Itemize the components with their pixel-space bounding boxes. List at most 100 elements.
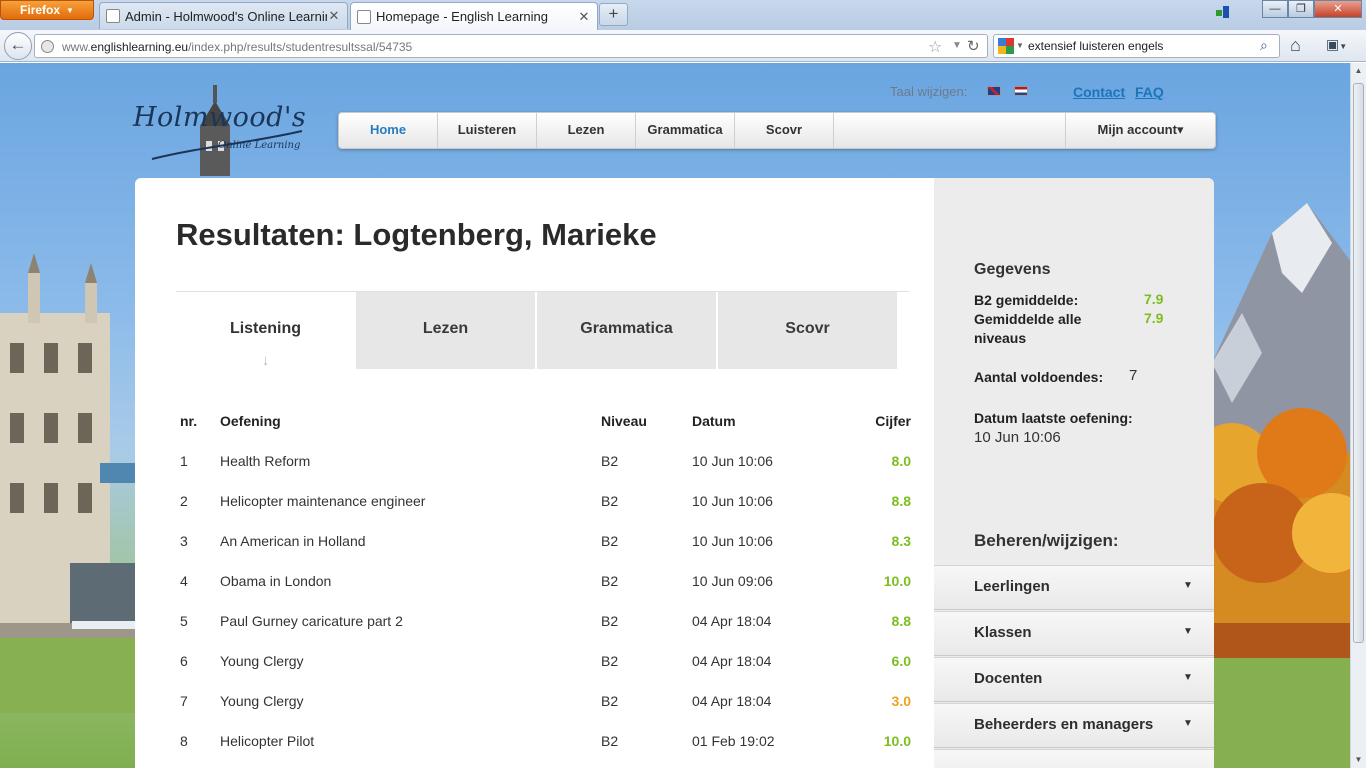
bookmark-star-icon[interactable]: ☆	[928, 37, 942, 57]
url-text[interactable]: www.englishlearning.eu/index.php/results…	[62, 40, 412, 54]
scroll-down-icon[interactable]: ▼	[1351, 752, 1366, 768]
sidebar-heading: Gegevens	[974, 261, 1051, 278]
search-input[interactable]	[1028, 38, 1253, 54]
navigation-toolbar: ← www.englishlearning.eu/index.php/resul…	[0, 30, 1366, 62]
exercise-name: Young Clergy	[220, 653, 304, 669]
tab-grammatica[interactable]: Grammatica	[537, 292, 716, 369]
back-arrow-icon[interactable]: ←	[4, 32, 32, 60]
scroll-up-icon[interactable]: ▲	[1351, 63, 1366, 79]
table-row: 4 Obama in London B2 10 Jun 09:06 10.0	[176, 573, 916, 613]
page-scrollbar[interactable]: ▲ ▼	[1350, 63, 1366, 768]
exercise-level: B2	[601, 733, 619, 749]
exercise-date: 10 Jun 10:06	[692, 533, 773, 549]
exercise-name: An American in Holland	[220, 533, 366, 549]
browser-tab-homepage[interactable]: Homepage - English Learning ✕	[350, 2, 598, 30]
exercise-date: 04 Apr 18:04	[692, 693, 772, 709]
accordion-klassen[interactable]: Klassen ▼	[934, 611, 1214, 656]
tab-title: Homepage - English Learning	[376, 9, 548, 24]
exercise-name: Paul Gurney caricature part 2	[220, 613, 403, 629]
tab-label: Grammatica	[580, 320, 673, 337]
menu-item-lezen[interactable]: Lezen	[537, 113, 636, 148]
my-account-menu[interactable]: Mijn account▾	[1065, 113, 1215, 148]
menu-item-scovr[interactable]: Scovr	[735, 113, 834, 148]
close-icon[interactable]: ✕	[327, 8, 341, 24]
exercise-score: 8.0	[891, 453, 911, 469]
new-tab-button[interactable]: +	[599, 3, 628, 26]
uk-flag-icon[interactable]	[987, 86, 1001, 96]
table-row: 8 Helicopter Pilot B2 01 Feb 19:02 10.0	[176, 733, 916, 768]
globe-icon	[41, 40, 54, 53]
tab-scovr[interactable]: Scovr	[718, 292, 897, 369]
row-number: 3	[180, 533, 188, 549]
url-history-dropdown-icon[interactable]: ▼	[952, 40, 962, 51]
exercise-name: Young Clergy	[220, 693, 304, 709]
column-header-score: Cijfer	[875, 413, 911, 429]
netherlands-flag-icon[interactable]	[1014, 86, 1028, 96]
exercise-level: B2	[601, 693, 619, 709]
b2-average-value: 7.9	[1144, 291, 1164, 307]
overall-average-value: 7.9	[1144, 310, 1164, 326]
browser-tab-admin[interactable]: Admin - Holmwood's Online Learning ✕	[99, 2, 348, 29]
addon-icon[interactable]	[1216, 6, 1236, 18]
menu-item-luisteren[interactable]: Luisteren	[438, 113, 537, 148]
accordion-label: Klassen	[974, 624, 1032, 641]
scrollbar-thumb[interactable]	[1353, 83, 1364, 643]
accordion-beheerders[interactable]: Beheerders en managers ▼	[934, 703, 1214, 748]
row-number: 7	[180, 693, 188, 709]
firefox-menu-button[interactable]: Firefox ▼	[0, 0, 94, 20]
passes-label: Aantal voldoendes:	[974, 369, 1104, 385]
firefox-menu-label: Firefox	[20, 3, 61, 17]
faq-link[interactable]: FAQ	[1135, 84, 1164, 100]
accordion-label: Beheerders en managers	[974, 716, 1154, 733]
page-title: Resultaten: Logtenberg, Marieke	[176, 217, 657, 252]
mountain-landscape-image	[1212, 203, 1350, 768]
exercise-score: 10.0	[883, 573, 911, 589]
page-icon	[357, 9, 371, 24]
tab-lezen[interactable]: Lezen	[356, 292, 535, 369]
table-row: 5 Paul Gurney caricature part 2 B2 04 Apr 1…	[176, 613, 916, 653]
exercise-level: B2	[601, 533, 619, 549]
chevron-down-icon[interactable]: ▼	[1016, 41, 1024, 50]
last-exercise-value: 10 Jun 10:06	[974, 429, 1061, 446]
column-header-nr: nr.	[180, 413, 198, 429]
maximize-button[interactable]: ❐	[1288, 0, 1314, 18]
window-close-button[interactable]: ✕	[1314, 0, 1362, 18]
column-header-date: Datum	[692, 413, 736, 429]
minimize-button[interactable]: —	[1262, 0, 1288, 18]
google-icon[interactable]	[998, 38, 1014, 54]
exercise-name: Obama in London	[220, 573, 332, 589]
search-bar[interactable]: ▼ ⌕	[993, 34, 1280, 58]
exercise-level: B2	[601, 453, 619, 469]
accordion-more[interactable]	[934, 749, 1214, 768]
exercise-date: 10 Jun 10:06	[692, 493, 773, 509]
accordion-docenten[interactable]: Docenten ▼	[934, 657, 1214, 702]
main-menu: Home Luisteren Lezen Grammatica Scovr Mi…	[338, 112, 1216, 149]
exercise-date: 01 Feb 19:02	[692, 733, 775, 749]
column-header-level: Niveau	[601, 413, 647, 429]
close-icon[interactable]: ✕	[577, 9, 591, 25]
results-panel: Resultaten: Logtenberg, Marieke Listenin…	[135, 178, 1214, 768]
arrow-down-icon: ↓	[261, 352, 270, 369]
contact-link[interactable]: Contact	[1073, 84, 1125, 100]
exercise-date: 04 Apr 18:04	[692, 653, 772, 669]
address-bar[interactable]: www.englishlearning.eu/index.php/results…	[34, 34, 988, 58]
bookmarks-icon[interactable]: ▣▼	[1326, 36, 1347, 53]
menu-item-grammatica[interactable]: Grammatica	[636, 113, 735, 148]
search-icon[interactable]: ⌕	[1260, 37, 1268, 54]
row-number: 4	[180, 573, 188, 589]
exercise-level: B2	[601, 493, 619, 509]
home-icon[interactable]: ⌂	[1290, 35, 1301, 56]
reload-icon[interactable]: ↻	[967, 37, 980, 55]
table-row: 7 Young Clergy B2 04 Apr 18:04 3.0	[176, 693, 916, 733]
tab-listening[interactable]: Listening ↓	[176, 292, 355, 369]
site-logo[interactable]: Holmwood's Online Learning	[130, 81, 320, 176]
exercise-name: Health Reform	[220, 453, 311, 469]
table-row: 3 An American in Holland B2 10 Jun 10:06 8.3	[176, 533, 916, 573]
overall-average-label: Gemiddelde alle niveaus	[974, 311, 1082, 346]
logo-text: Holmwood's	[133, 102, 307, 133]
table-row: 1 Health Reform B2 10 Jun 10:06 8.0	[176, 453, 916, 493]
menu-item-home[interactable]: Home	[339, 113, 438, 148]
exercise-level: B2	[601, 573, 619, 589]
accordion-leerlingen[interactable]: Leerlingen ▼	[934, 565, 1214, 610]
row-number: 6	[180, 653, 188, 669]
